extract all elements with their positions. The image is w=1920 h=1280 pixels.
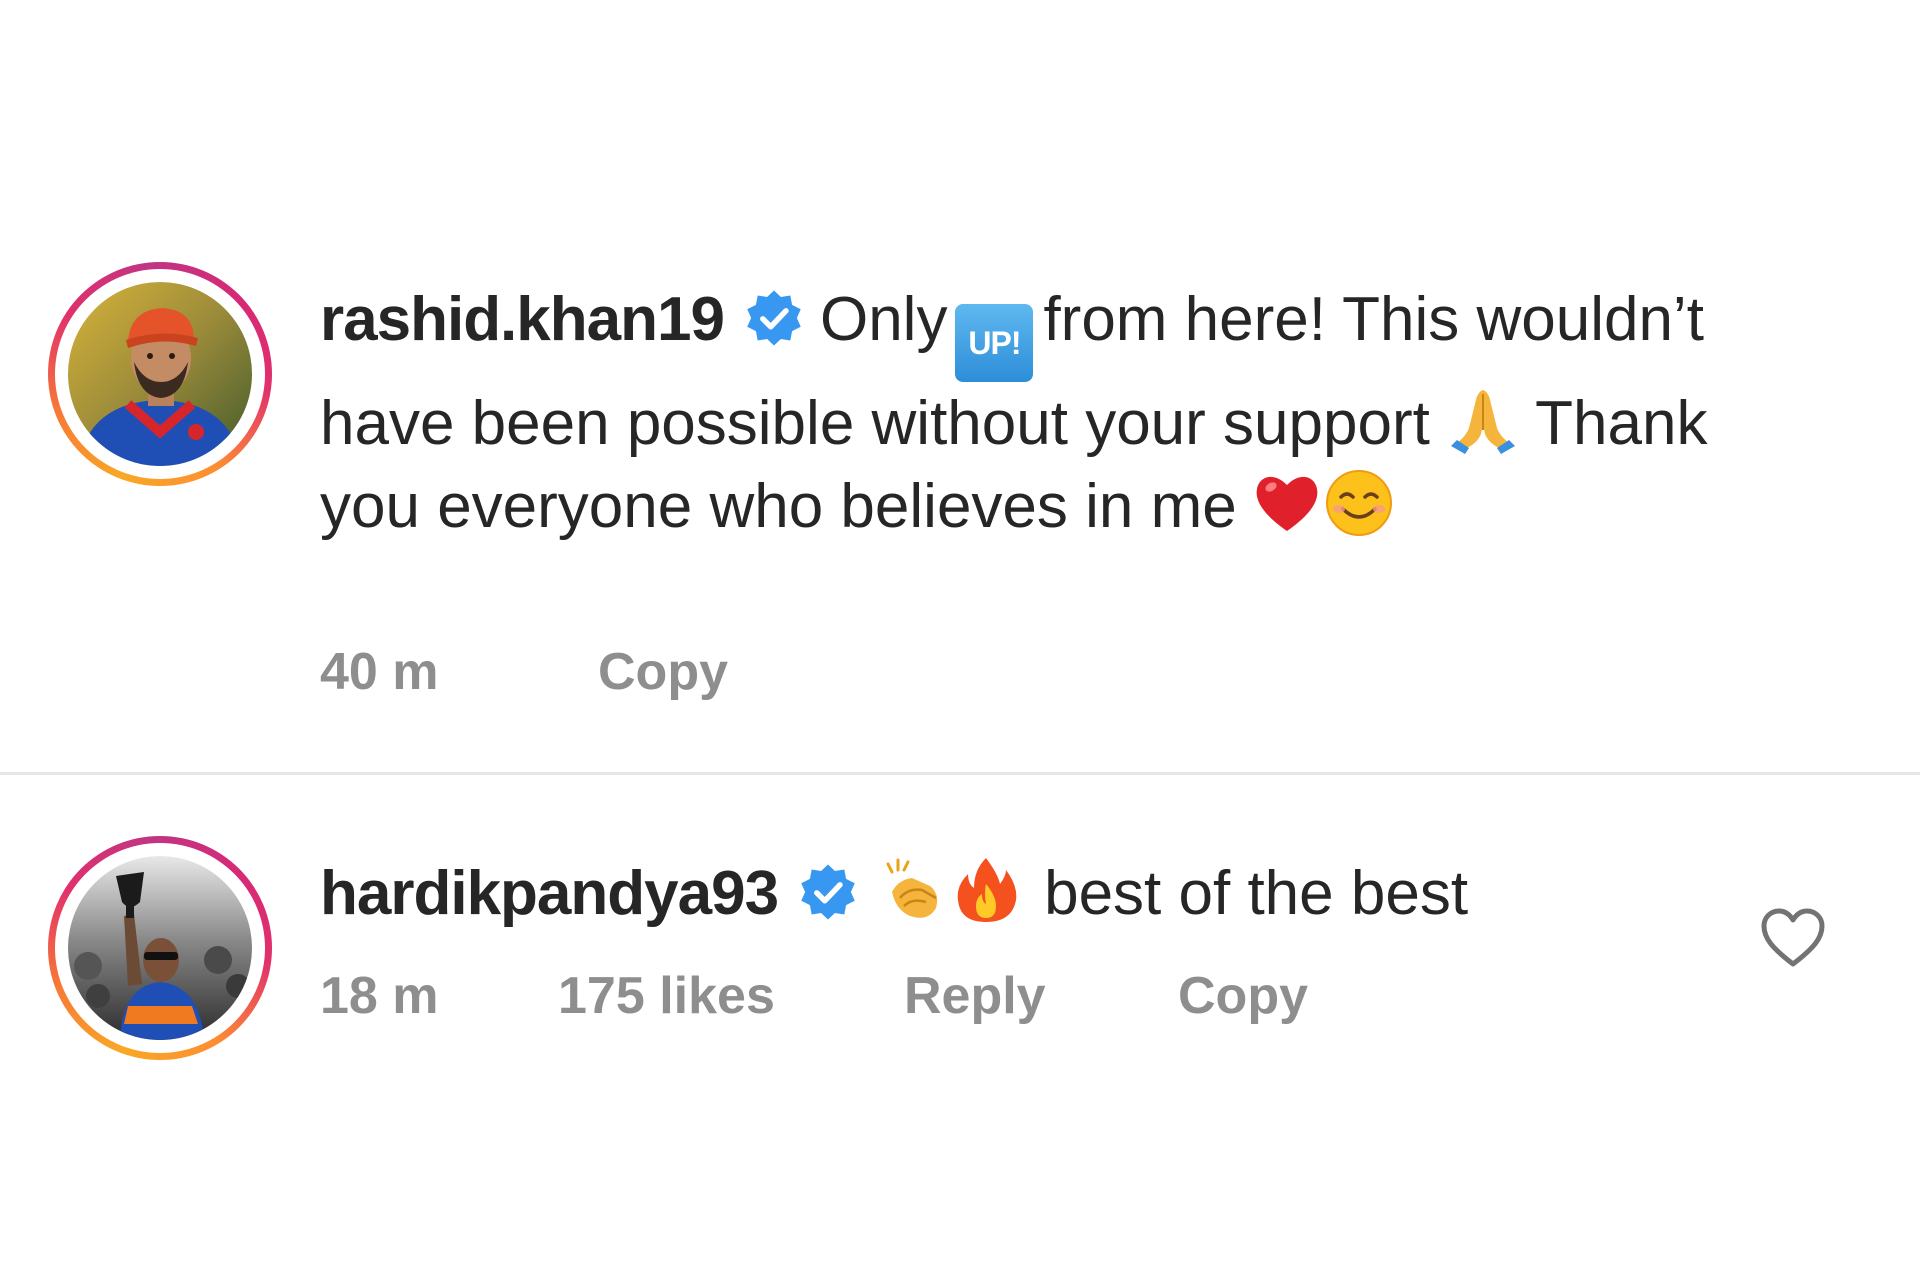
- folded-hands-emoji: [1447, 384, 1519, 456]
- username-hardik[interactable]: hardikpandya93: [320, 859, 779, 928]
- username-rashid[interactable]: rashid.khan19: [320, 285, 725, 354]
- timestamp: 18 m: [320, 967, 439, 1025]
- avatar-portrait-rashid: [68, 282, 252, 466]
- red-heart-emoji: [1251, 467, 1323, 539]
- divider: [0, 772, 1920, 775]
- avatar-photo-rashid: [68, 282, 252, 466]
- reply-button[interactable]: Reply: [904, 966, 1046, 1026]
- timestamp: 40 m: [320, 643, 439, 701]
- avatar-rashid[interactable]: [48, 262, 272, 486]
- copy-button[interactable]: Copy: [1178, 966, 1308, 1026]
- copy-button[interactable]: Copy: [598, 642, 728, 702]
- likes-count[interactable]: 175 likes: [558, 966, 775, 1026]
- verified-badge-icon: [742, 286, 806, 350]
- smiling-face-emoji: [1323, 467, 1395, 539]
- heart-outline-icon[interactable]: [1760, 908, 1826, 968]
- avatar-hardik[interactable]: [48, 836, 272, 1060]
- comment-text-rashid: rashid.khan19 Only UP! from here! This woul…: [320, 278, 1740, 548]
- comment-text-hardik: hardikpandya93 best of the best: [320, 852, 1740, 935]
- fire-emoji: [950, 854, 1022, 926]
- comment-text: best of the best: [1044, 859, 1469, 928]
- up-button-emoji: UP!: [955, 304, 1034, 382]
- comment-text-part: Only: [819, 285, 948, 354]
- avatar-photo-hardik: [68, 856, 252, 1040]
- avatar-portrait-hardik: [68, 856, 252, 1040]
- clapping-hands-emoji: [878, 854, 950, 926]
- verified-badge-icon: [796, 860, 860, 924]
- comments-screen: rashid.khan19 Only UP! from here! This woul…: [0, 0, 1920, 1280]
